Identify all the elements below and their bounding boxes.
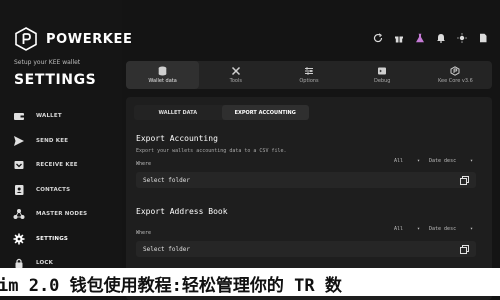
folder-placeholder: Select folder	[143, 245, 190, 253]
caption-banner: im 2.0 钱包使用教程:轻松管理你的 TR 数	[0, 268, 500, 296]
filter-select[interactable]: All ▾	[394, 224, 420, 233]
debug-icon	[377, 66, 387, 76]
chevron-down-icon: ▾	[416, 157, 420, 164]
sidebar-item-wallet[interactable]: WALLET	[12, 104, 112, 129]
chevron-down-icon: ▾	[469, 225, 473, 232]
sidebar-item-label: SETTINGS	[36, 235, 69, 242]
tab-kee-core[interactable]: Kee Core v3.6	[419, 61, 492, 89]
master-nodes-icon	[12, 207, 26, 221]
tab-label: Options	[299, 78, 319, 84]
brand: POWERKEE	[14, 27, 132, 51]
sidebar-item-label: MASTER NODES	[36, 211, 88, 218]
caption-text: im 2.0 钱包使用教程:轻松管理你的 TR 数	[0, 276, 342, 296]
filter-select[interactable]: All ▾	[394, 156, 420, 165]
sidebar-item-receive-kee[interactable]: RECEIVE KEE	[12, 153, 112, 178]
sidebar-item-settings[interactable]: SETTINGS	[12, 227, 112, 252]
sidebar-item-label: SEND KEE	[36, 137, 69, 144]
top-toolbar	[362, 32, 488, 43]
export-accounting-section: Export Accounting Export your wallets ac…	[136, 134, 486, 188]
database-icon	[158, 66, 168, 76]
refresh-icon[interactable]	[372, 32, 383, 43]
powerkee-logo-icon	[15, 27, 37, 51]
settings-tabs: Wallet data Tools Options Debug Kee Core…	[126, 61, 492, 89]
section-description: Export your wallets accounting data to a…	[136, 148, 287, 154]
document-icon[interactable]	[477, 32, 488, 43]
export-address-book-section: Export Address Book Where All ▾ Date des…	[136, 207, 486, 257]
tools-icon	[231, 66, 241, 76]
tab-tools[interactable]: Tools	[199, 61, 272, 89]
filter-value: All	[394, 225, 404, 232]
tab-label: Kee Core v3.6	[437, 78, 473, 84]
sort-value: Date desc	[429, 157, 457, 164]
sidebar-nav: WALLET SEND KEE RECEIVE KEE CONTACTS MAS…	[12, 104, 112, 276]
bell-icon[interactable]	[435, 32, 446, 43]
wallet-data-subtabs: WALLET DATA EXPORT ACCOUNTING	[134, 105, 309, 120]
sidebar-item-label: CONTACTS	[36, 186, 71, 193]
folder-placeholder: Select folder	[143, 176, 190, 184]
folder-select-field[interactable]: Select folder	[136, 241, 476, 257]
where-label: Where	[136, 230, 152, 236]
tab-label: Tools	[229, 78, 242, 84]
options-icon	[304, 66, 314, 76]
sidebar-subtitle: Setup your KEE wallet	[14, 59, 81, 66]
copy-icon[interactable]	[459, 244, 469, 254]
page-title: SETTINGS	[14, 72, 97, 88]
section-title: Export Accounting	[136, 134, 218, 143]
gear-icon	[12, 232, 26, 246]
core-icon	[450, 66, 460, 76]
sidebar-item-label: LOCK	[36, 260, 54, 267]
sun-icon[interactable]	[456, 32, 467, 43]
where-label: Where	[136, 161, 152, 167]
gift-icon[interactable]	[393, 32, 404, 43]
section-title: Export Address Book	[136, 207, 228, 216]
contacts-icon	[12, 183, 26, 197]
sort-value: Date desc	[429, 225, 457, 232]
sidebar-item-send-kee[interactable]: SEND KEE	[12, 129, 112, 154]
wallet-icon	[12, 109, 26, 123]
copy-icon[interactable]	[459, 175, 469, 185]
sidebar-item-label: WALLET	[36, 113, 62, 120]
brand-name: POWERKEE	[46, 31, 133, 47]
folder-select-field[interactable]: Select folder	[136, 172, 476, 188]
sidebar-item-master-nodes[interactable]: MASTER NODES	[12, 202, 112, 227]
sort-select[interactable]: Date desc ▾	[429, 224, 473, 233]
tab-label: Debug	[373, 78, 391, 84]
tab-debug[interactable]: Debug	[346, 61, 419, 89]
chevron-down-icon: ▾	[469, 157, 473, 164]
send-icon	[12, 134, 26, 148]
sidebar-item-contacts[interactable]: CONTACTS	[12, 178, 112, 203]
subtab-export-accounting[interactable]: EXPORT ACCOUNTING	[221, 105, 309, 120]
tab-wallet-data[interactable]: Wallet data	[126, 61, 200, 89]
sort-select[interactable]: Date desc ▾	[429, 156, 473, 165]
chevron-down-icon: ▾	[416, 225, 420, 232]
subtab-wallet-data[interactable]: WALLET DATA	[134, 105, 222, 120]
receive-icon	[12, 158, 26, 172]
tab-label: Wallet data	[148, 78, 177, 84]
sidebar-item-label: RECEIVE KEE	[36, 162, 78, 169]
flask-icon[interactable]	[414, 32, 425, 43]
filter-value: All	[394, 157, 404, 164]
sidebar: POWERKEE Setup your KEE wallet SETTINGS …	[0, 0, 132, 300]
tab-options[interactable]: Options	[272, 61, 345, 89]
